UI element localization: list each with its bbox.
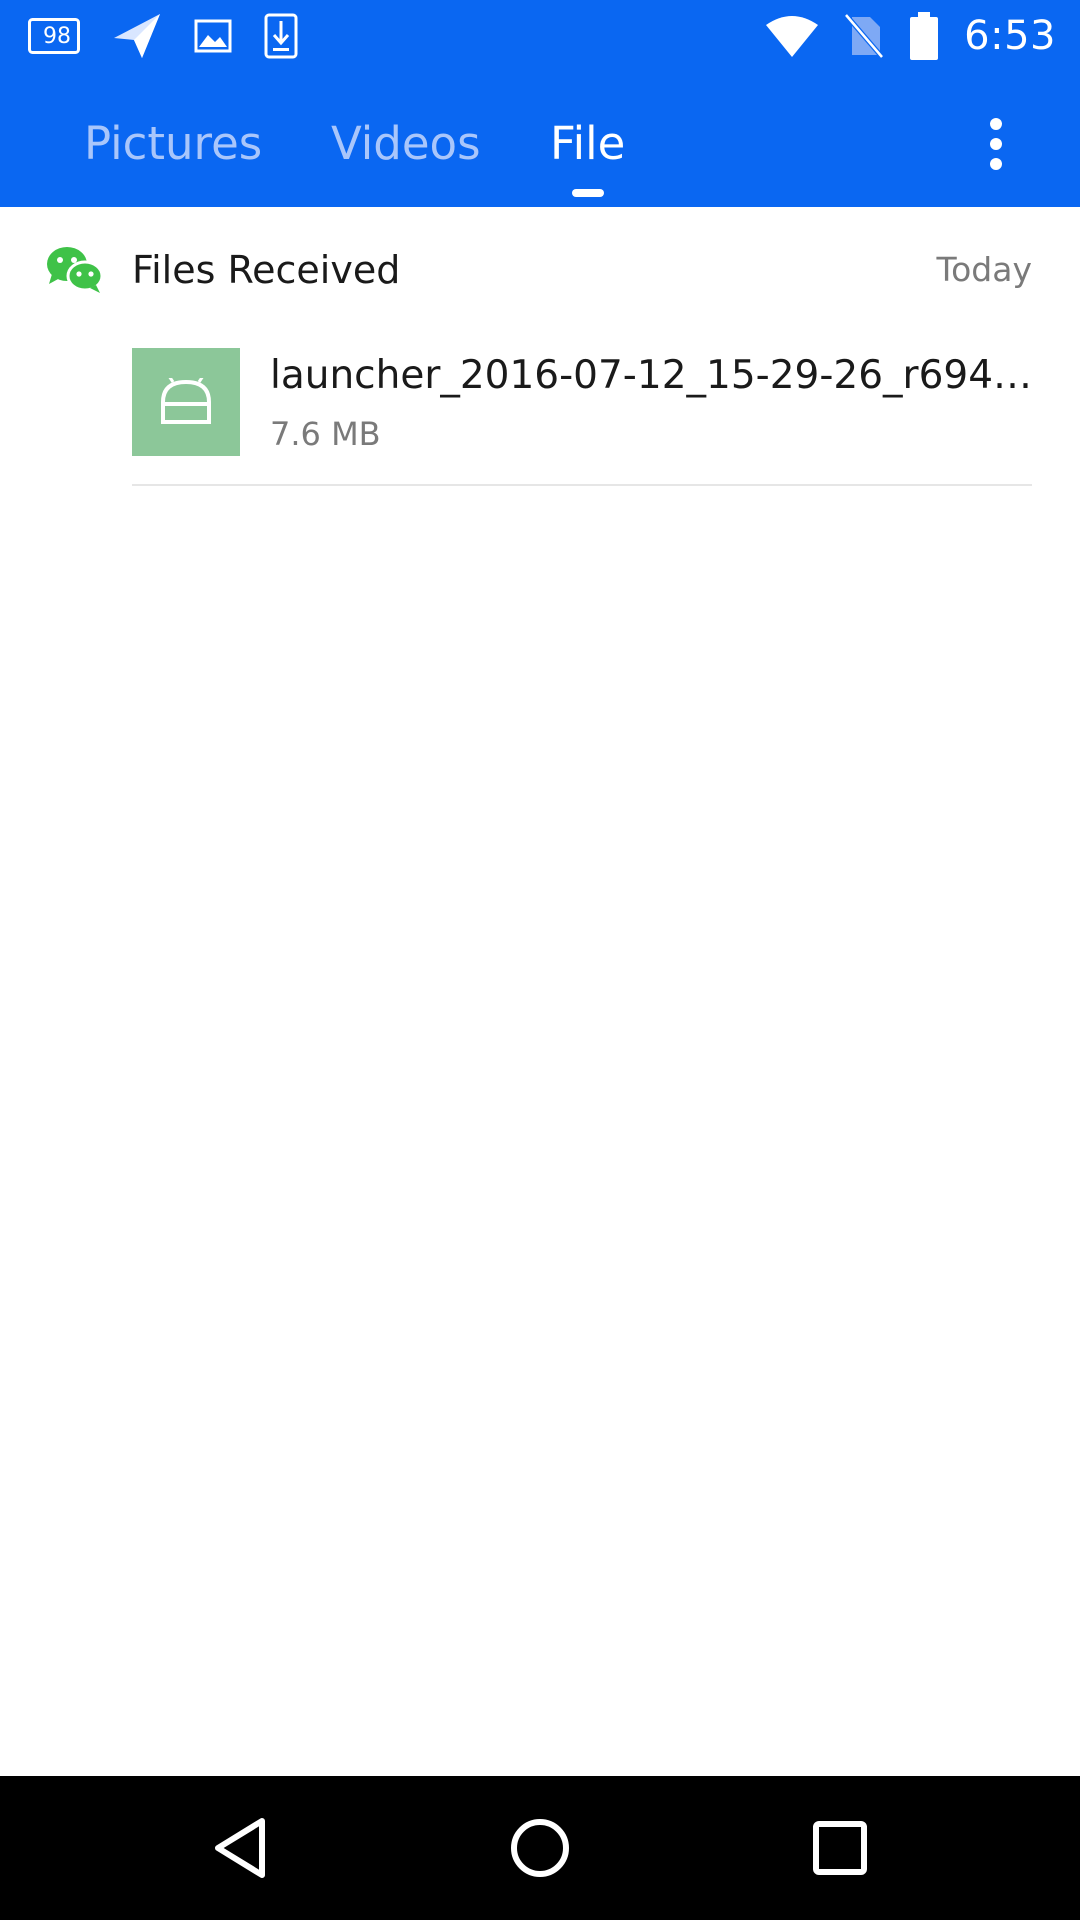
section-title: Files Received: [132, 248, 401, 292]
status-right-icons: 6:53: [740, 10, 1056, 62]
status-left-icons: 98: [28, 12, 330, 60]
wechat-icon: [46, 246, 104, 294]
screen: 98 6:53 Pictures Videos File Files Recei…: [0, 0, 1080, 1920]
back-icon: [215, 1818, 265, 1878]
send-arrow-icon: [112, 12, 162, 60]
download-icon: [264, 13, 298, 59]
back-button[interactable]: [204, 1812, 276, 1884]
no-sim-icon: [844, 13, 885, 59]
tab-bar: Pictures Videos File: [0, 104, 1080, 207]
home-button[interactable]: [504, 1812, 576, 1884]
notification-count-text: 98: [43, 23, 71, 49]
android-apk-icon: [132, 348, 240, 456]
image-icon: [194, 19, 232, 53]
recents-icon: [813, 1821, 867, 1875]
more-options-icon: [990, 118, 1002, 130]
active-tab-indicator: [572, 189, 604, 197]
section-date: Today: [936, 250, 1032, 289]
tab-pictures[interactable]: Pictures: [84, 104, 262, 184]
home-icon: [511, 1819, 569, 1877]
notification-count-icon: 98: [28, 18, 80, 54]
more-options-button[interactable]: [966, 104, 1026, 184]
recents-button[interactable]: [804, 1812, 876, 1884]
wifi-icon: [766, 15, 819, 57]
clock: 6:53: [964, 13, 1056, 59]
file-list-item[interactable]: launcher_2016-07-12_15-29-26_r6948… 7.6 …: [132, 346, 1034, 486]
navigation-bar: [0, 1776, 1080, 1920]
app-bar: 98 6:53 Pictures Videos File: [0, 0, 1080, 207]
row-divider: [132, 484, 1032, 486]
section-header: Files Received Today: [0, 230, 1080, 310]
tab-file[interactable]: File: [550, 104, 625, 184]
file-size: 7.6 MB: [270, 415, 381, 453]
tab-videos[interactable]: Videos: [331, 104, 481, 184]
file-name: launcher_2016-07-12_15-29-26_r6948…: [270, 353, 1034, 398]
battery-icon: [910, 12, 939, 60]
status-bar: 98 6:53: [0, 0, 1080, 72]
